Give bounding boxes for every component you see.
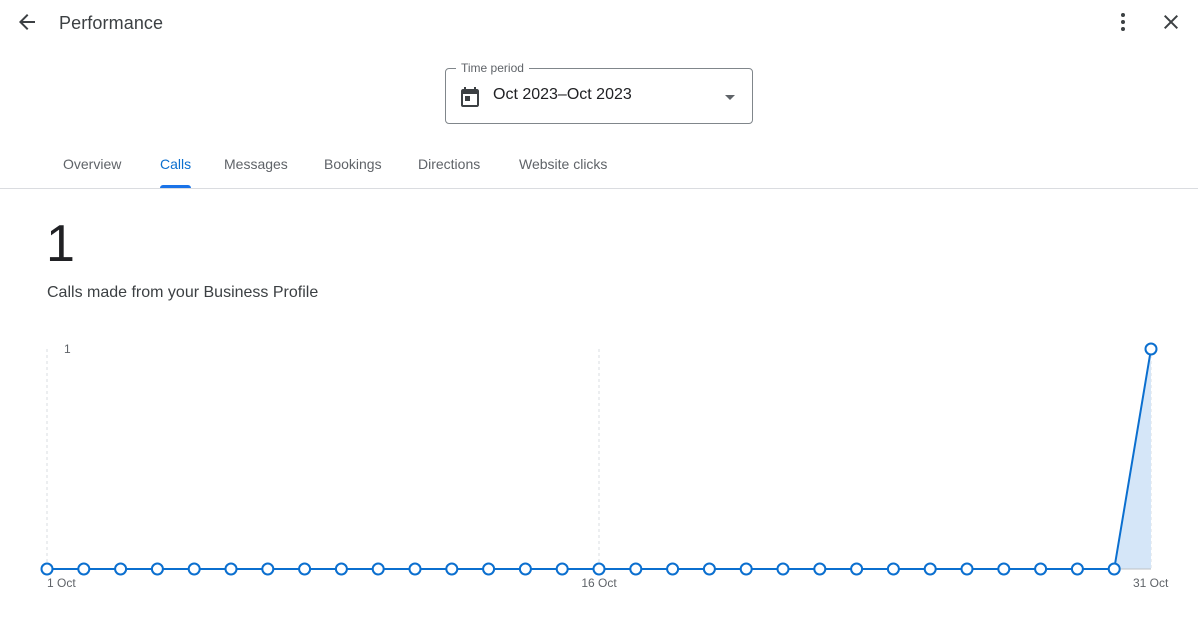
data-point xyxy=(187,562,201,576)
y-tick-label: 1 xyxy=(64,342,71,356)
time-period-label: Time period xyxy=(456,61,529,75)
tab-label: Overview xyxy=(63,156,122,172)
tab-bar: Overview Calls Messages Bookings Directi… xyxy=(0,140,1198,189)
tab-label: Calls xyxy=(160,156,192,172)
data-point xyxy=(702,562,716,576)
data-point xyxy=(518,562,532,576)
data-point xyxy=(629,562,643,576)
calendar-icon xyxy=(458,85,482,109)
more-vert-icon xyxy=(1111,10,1135,39)
data-point xyxy=(923,562,937,576)
dropdown-arrow-icon xyxy=(718,85,742,109)
data-point xyxy=(813,562,827,576)
x-tick-label: 1 Oct xyxy=(47,576,76,590)
data-point xyxy=(224,562,238,576)
data-point xyxy=(445,562,459,576)
more-options-button[interactable] xyxy=(1103,4,1143,44)
tab-overview[interactable]: Overview xyxy=(63,140,121,188)
data-point xyxy=(1107,562,1121,576)
data-point xyxy=(1070,562,1084,576)
tab-calls[interactable]: Calls xyxy=(160,140,192,188)
data-point xyxy=(592,562,606,576)
tab-messages[interactable]: Messages xyxy=(224,140,288,188)
data-point xyxy=(40,562,54,576)
data-point xyxy=(482,562,496,576)
tab-label: Messages xyxy=(224,156,288,172)
data-point xyxy=(776,562,790,576)
time-period-value: Oct 2023–Oct 2023 xyxy=(493,86,632,103)
time-period-select[interactable]: Time period Oct 2023–Oct 2023 xyxy=(445,61,753,124)
data-point xyxy=(77,562,91,576)
data-point xyxy=(1034,562,1048,576)
data-point xyxy=(850,562,864,576)
header: Performance xyxy=(0,0,1198,48)
data-point xyxy=(886,562,900,576)
data-point xyxy=(1144,342,1158,356)
tab-directions[interactable]: Directions xyxy=(418,140,480,188)
calls-description: Calls made from your Business Profile xyxy=(47,284,319,301)
data-point xyxy=(739,562,753,576)
tab-label: Bookings xyxy=(324,156,382,172)
data-point xyxy=(960,562,974,576)
arrow-back-icon xyxy=(15,10,39,39)
x-tick-label: 31 Oct xyxy=(1133,576,1169,590)
performance-dialog: Performance Time period Oct 2023–Oct 202… xyxy=(0,0,1198,640)
active-tab-indicator xyxy=(160,185,192,188)
data-point xyxy=(114,562,128,576)
data-point xyxy=(408,562,422,576)
data-point xyxy=(150,562,164,576)
close-icon xyxy=(1159,10,1183,39)
calls-count: 1 xyxy=(46,215,75,273)
data-point xyxy=(555,562,569,576)
calls-chart: 1 1 Oct 16 Oct 31 Oct xyxy=(0,330,1198,600)
tab-website-clicks[interactable]: Website clicks xyxy=(519,140,607,188)
close-button[interactable] xyxy=(1151,4,1191,44)
page-title: Performance xyxy=(59,13,164,33)
back-button[interactable] xyxy=(7,4,47,44)
tab-label: Website clicks xyxy=(519,156,608,172)
x-tick-label: 16 Oct xyxy=(581,576,617,590)
data-point xyxy=(298,562,312,576)
tab-bookings[interactable]: Bookings xyxy=(324,140,382,188)
data-point xyxy=(371,562,385,576)
tab-label: Directions xyxy=(418,156,481,172)
data-point xyxy=(334,562,348,576)
data-point xyxy=(666,562,680,576)
chart-svg: 1 1 Oct 16 Oct 31 Oct xyxy=(40,342,1169,590)
data-point xyxy=(261,562,275,576)
data-point xyxy=(997,562,1011,576)
